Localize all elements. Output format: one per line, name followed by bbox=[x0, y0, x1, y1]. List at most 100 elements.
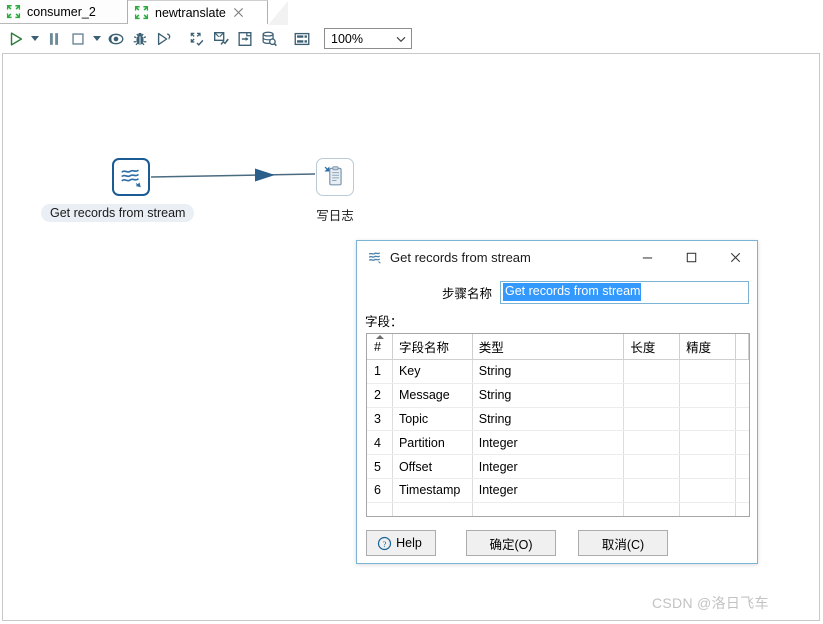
cell-length[interactable] bbox=[624, 360, 681, 383]
minimize-button[interactable] bbox=[625, 242, 669, 273]
cell-type[interactable]: Integer bbox=[473, 431, 625, 455]
step-get-records-from-stream[interactable]: Get records from stream bbox=[41, 158, 195, 222]
write-log-clipboard-icon bbox=[324, 166, 342, 186]
cell-precision[interactable] bbox=[680, 502, 737, 516]
bug-icon bbox=[133, 32, 147, 45]
step-write-to-log[interactable]: 写日志 bbox=[316, 158, 354, 223]
cell-precision[interactable] bbox=[680, 360, 737, 383]
cell-index: 5 bbox=[367, 455, 393, 478]
cell-type[interactable]: Integer bbox=[473, 478, 625, 502]
editor-tab-bar: consumer_2 newtranslate bbox=[0, 0, 823, 26]
cell-type[interactable]: Integer bbox=[473, 455, 625, 478]
cell-precision[interactable] bbox=[680, 383, 737, 407]
cancel-button[interactable]: 取消(C) bbox=[578, 530, 668, 556]
column-header-label: 精度 bbox=[686, 341, 712, 355]
step-settings-dialog[interactable]: Get records from stream 步骤名称 Get records… bbox=[356, 240, 758, 564]
column-header-type[interactable]: 类型 bbox=[473, 334, 625, 359]
step-name-input[interactable]: Get records from stream bbox=[500, 280, 749, 304]
sql-icon bbox=[238, 31, 252, 46]
pause-button[interactable] bbox=[42, 28, 66, 50]
stop-button[interactable] bbox=[66, 28, 90, 50]
table-row[interactable]: 5 Offset Integer bbox=[367, 455, 749, 479]
cell-field-name[interactable]: Message bbox=[393, 383, 473, 407]
cell-length[interactable] bbox=[624, 478, 681, 502]
step-label: 写日志 bbox=[316, 209, 354, 223]
cell-precision[interactable] bbox=[680, 407, 737, 431]
tab-newtranslate[interactable]: newtranslate bbox=[128, 0, 288, 26]
debug-button[interactable] bbox=[128, 28, 152, 50]
maximize-icon bbox=[686, 252, 696, 262]
analyze-impact-button[interactable] bbox=[209, 28, 233, 50]
svg-text:?: ? bbox=[383, 538, 387, 548]
chevron-down-icon[interactable] bbox=[391, 33, 411, 45]
replay-button[interactable] bbox=[152, 28, 176, 50]
step-icon-box[interactable] bbox=[112, 158, 150, 196]
run-options-dropdown[interactable] bbox=[28, 28, 42, 50]
preview-eye-icon bbox=[108, 33, 124, 44]
stop-options-dropdown[interactable] bbox=[90, 28, 104, 50]
cell-field-name[interactable]: Timestamp bbox=[393, 478, 473, 502]
tab-label: consumer_2 bbox=[27, 4, 96, 19]
cell-type[interactable]: String bbox=[473, 383, 625, 407]
help-button[interactable]: ? Help bbox=[366, 530, 436, 556]
cell-index: 4 bbox=[367, 431, 393, 455]
cell-length[interactable] bbox=[624, 383, 681, 407]
maximize-button[interactable] bbox=[669, 242, 713, 273]
generate-sql-button[interactable] bbox=[233, 28, 257, 50]
column-header-length[interactable]: 长度 bbox=[624, 334, 681, 359]
table-row[interactable]: 4 Partition Integer bbox=[367, 431, 749, 456]
dialog-title-bar[interactable]: Get records from stream bbox=[357, 241, 757, 273]
cell-precision[interactable] bbox=[680, 455, 737, 478]
cell-field-name[interactable]: Key bbox=[393, 360, 473, 383]
cell-filler bbox=[736, 431, 749, 454]
cell-index: 6 bbox=[367, 478, 393, 502]
column-header-index[interactable]: # bbox=[367, 334, 393, 359]
cell-field-name[interactable]: Partition bbox=[393, 431, 473, 455]
cell-length[interactable] bbox=[624, 431, 681, 455]
close-button[interactable] bbox=[713, 242, 757, 273]
table-row[interactable]: 6 Timestamp Integer bbox=[367, 478, 749, 503]
ok-button[interactable]: 确定(O) bbox=[466, 530, 556, 556]
cell-field-name[interactable] bbox=[393, 502, 473, 516]
cell-type[interactable] bbox=[473, 502, 625, 516]
table-row[interactable]: 3 Topic String bbox=[367, 407, 749, 432]
grid-icon bbox=[294, 32, 310, 45]
show-grid-button[interactable] bbox=[290, 28, 314, 50]
stream-waves-icon bbox=[121, 169, 141, 188]
column-header-filler bbox=[736, 334, 749, 359]
table-row-empty[interactable] bbox=[367, 502, 749, 516]
cell-length[interactable] bbox=[624, 502, 681, 516]
column-header-label: 长度 bbox=[630, 341, 656, 355]
step-name-row: 步骤名称 Get records from stream bbox=[357, 279, 759, 305]
zoom-level-value: 100% bbox=[331, 31, 363, 46]
step-icon-box[interactable] bbox=[316, 158, 354, 196]
run-button[interactable] bbox=[4, 28, 28, 50]
cell-field-name[interactable]: Topic bbox=[393, 407, 473, 431]
transformation-check-icon bbox=[190, 32, 204, 46]
table-row[interactable]: 1 Key String bbox=[367, 360, 749, 384]
transformation-canvas[interactable]: Get records from stream 写日志 Get records … bbox=[2, 53, 820, 621]
help-button-label: Help bbox=[396, 536, 422, 550]
cell-length[interactable] bbox=[624, 407, 681, 431]
column-header-field-name[interactable]: 字段名称 bbox=[393, 334, 473, 359]
close-icon[interactable] bbox=[233, 7, 244, 18]
cell-field-name[interactable]: Offset bbox=[393, 455, 473, 478]
zoom-level-combobox[interactable]: 100% bbox=[324, 28, 412, 49]
tab-consumer_2[interactable]: consumer_2 bbox=[0, 0, 128, 24]
cell-precision[interactable] bbox=[680, 478, 737, 502]
cell-precision[interactable] bbox=[680, 431, 737, 455]
table-row[interactable]: 2 Message String bbox=[367, 383, 749, 408]
fields-table[interactable]: # 字段名称 类型 长度 精度 1 Key String 2 Message S… bbox=[366, 333, 750, 517]
explore-database-button[interactable] bbox=[257, 28, 281, 50]
pause-icon bbox=[49, 32, 59, 45]
column-header-precision[interactable]: 精度 bbox=[680, 334, 737, 359]
cell-type[interactable]: String bbox=[473, 360, 625, 383]
verify-button[interactable] bbox=[185, 28, 209, 50]
cell-type[interactable]: String bbox=[473, 407, 625, 431]
cell-length[interactable] bbox=[624, 455, 681, 478]
cell-filler bbox=[736, 360, 749, 383]
ok-button-label: 确定(O) bbox=[489, 537, 533, 552]
table-body: 1 Key String 2 Message String 3 Topic St… bbox=[367, 360, 749, 516]
stop-icon bbox=[72, 32, 84, 45]
preview-button[interactable] bbox=[104, 28, 128, 50]
